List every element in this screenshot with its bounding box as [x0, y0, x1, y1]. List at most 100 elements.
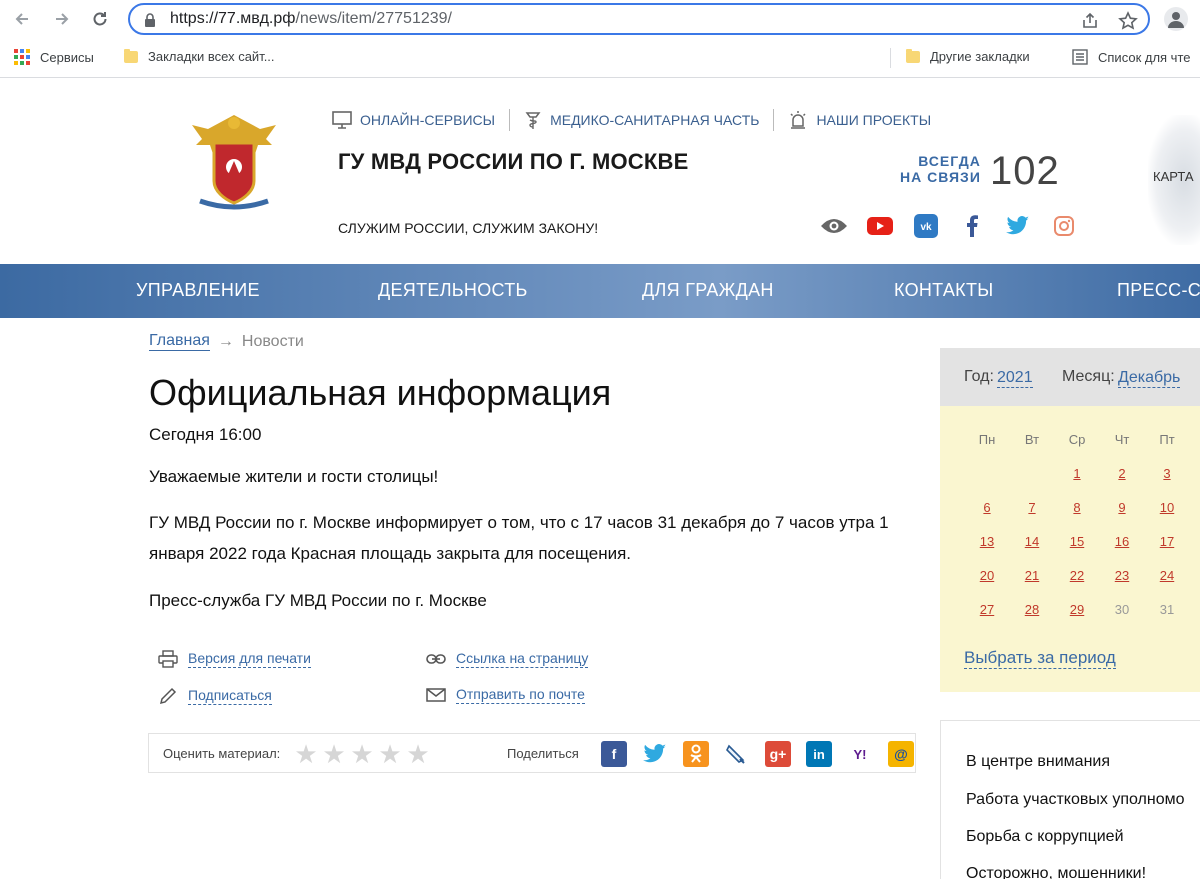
reload-button[interactable] — [88, 7, 112, 31]
map-label[interactable]: КАРТА — [1153, 169, 1194, 184]
top-links-divider — [773, 109, 775, 131]
calendar-day[interactable]: 16 — [1107, 534, 1137, 549]
calendar-day[interactable]: 15 — [1062, 534, 1092, 549]
calendar-day[interactable]: 2 — [1107, 466, 1137, 481]
site-title[interactable]: ГУ МВД РОССИИ ПО Г. МОСКВЕ — [338, 149, 689, 175]
calendar-day[interactable]: 8 — [1062, 500, 1092, 515]
top-link-label: ОНЛАЙН-СЕРВИСЫ — [360, 112, 496, 128]
youtube-icon[interactable] — [866, 213, 894, 239]
calendar-day[interactable]: 7 — [1017, 500, 1047, 515]
side-menu-item[interactable]: Осторожно, мошенники! — [966, 865, 1146, 879]
calendar-day[interactable]: 14 — [1017, 534, 1047, 549]
action-label: Отправить по почте — [456, 686, 585, 704]
top-link-medical[interactable]: МЕДИКО-САНИТАРНАЯ ЧАСТЬ — [524, 110, 759, 130]
print-version-link[interactable]: Версия для печати — [158, 650, 311, 668]
lock-icon — [145, 13, 155, 27]
rating-star-3[interactable]: ★ — [350, 741, 374, 767]
calendar-day[interactable]: 6 — [972, 500, 1002, 515]
folder-icon — [124, 48, 138, 63]
bookmark-label: Список для чте — [1098, 49, 1191, 65]
nav-item-citizens[interactable]: ДЛЯ ГРАЖДАН — [642, 280, 774, 301]
article-actions: Версия для печати Ссылка на страницу Под… — [158, 650, 618, 710]
address-bar[interactable]: https://77.мвд.рф/news/item/27751239/ — [128, 3, 1150, 35]
subscribe-link[interactable]: Подписаться — [158, 686, 272, 706]
profile-avatar[interactable] — [1164, 7, 1188, 31]
top-link-label: МЕДИКО-САНИТАРНАЯ ЧАСТЬ — [550, 112, 760, 128]
breadcrumb-home[interactable]: Главная — [149, 332, 210, 351]
calendar-day[interactable]: 20 — [972, 568, 1002, 583]
share-page-icon[interactable] — [1080, 11, 1100, 31]
side-menu-item[interactable]: В центре внимания — [966, 753, 1110, 771]
bookmark-star-icon[interactable] — [1118, 11, 1138, 31]
forward-button[interactable] — [50, 7, 74, 31]
calendar-year-select[interactable]: 2021 — [997, 368, 1033, 388]
vk-icon[interactable]: vk — [912, 213, 940, 239]
hotline-number[interactable]: 102 — [990, 149, 1060, 194]
calendar-day[interactable]: 1 — [1062, 466, 1092, 481]
nav-item-contacts[interactable]: КОНТАКТЫ — [894, 280, 994, 301]
nav-item-press[interactable]: ПРЕСС-СЛ — [1117, 280, 1200, 301]
twitter-share-icon[interactable] — [642, 741, 668, 767]
top-link-projects[interactable]: НАШИ ПРОЕКТЫ — [788, 110, 931, 130]
twitter-icon[interactable] — [1004, 213, 1032, 239]
rating-star-1[interactable]: ★ — [294, 741, 318, 767]
googleplus-share-icon[interactable]: g+ — [765, 741, 791, 767]
page-link-action[interactable]: Ссылка на страницу — [426, 650, 589, 668]
mvd-emblem-icon[interactable] — [188, 109, 280, 214]
facebook-icon[interactable] — [958, 213, 986, 239]
breadcrumb: Главная → Новости — [149, 332, 304, 351]
site-slogan: СЛУЖИМ РОССИИ, СЛУЖИМ ЗАКОНУ! — [338, 220, 599, 236]
calendar-day[interactable]: 21 — [1017, 568, 1047, 583]
bookmark-apps[interactable]: Сервисы — [14, 49, 94, 65]
nav-item-management[interactable]: УПРАВЛЕНИЕ — [136, 280, 260, 301]
calendar-day[interactable]: 29 — [1062, 602, 1092, 617]
person-icon — [1168, 12, 1184, 28]
calendar-day[interactable]: 23 — [1107, 568, 1137, 583]
send-email-link[interactable]: Отправить по почте — [426, 686, 585, 704]
livejournal-share-icon[interactable] — [724, 741, 750, 767]
accessibility-eye-icon[interactable] — [820, 213, 848, 239]
calendar-day[interactable]: 10 — [1152, 500, 1182, 515]
calendar-day[interactable]: 24 — [1152, 568, 1182, 583]
rating-star-4[interactable]: ★ — [378, 741, 402, 767]
calendar-day: 30 — [1114, 602, 1130, 617]
calendar-day[interactable]: 17 — [1152, 534, 1182, 549]
mail-share-icon[interactable]: @ — [888, 741, 914, 767]
calendar-day[interactable]: 27 — [972, 602, 1002, 617]
calendar-month-select[interactable]: Декабрь — [1118, 368, 1181, 388]
bookmark-other[interactable]: Другие закладки — [906, 48, 1030, 64]
linkedin-share-icon[interactable]: in — [806, 741, 832, 767]
bookmark-label: Другие закладки — [930, 49, 1030, 64]
calendar-day[interactable]: 13 — [972, 534, 1002, 549]
article-date: Сегодня 16:00 — [149, 425, 262, 444]
side-menu-item[interactable]: Борьба с коррупцией — [966, 828, 1124, 846]
calendar-day[interactable]: 28 — [1017, 602, 1047, 617]
nav-item-activity[interactable]: ДЕЯТЕЛЬНОСТЬ — [378, 280, 528, 301]
calendar-day[interactable]: 9 — [1107, 500, 1137, 515]
pencil-icon — [159, 687, 177, 705]
action-label: Ссылка на страницу — [456, 650, 589, 668]
instagram-icon[interactable] — [1050, 213, 1078, 239]
rating-star-2[interactable]: ★ — [322, 741, 346, 767]
article-paragraph: Пресс-служба ГУ МВД России по г. Москве — [149, 591, 487, 610]
monitor-icon — [332, 111, 352, 129]
svg-text:vk: vk — [920, 222, 932, 233]
facebook-share-icon[interactable]: f — [601, 741, 627, 767]
side-menu-item[interactable]: Работа участковых уполномо — [966, 791, 1185, 809]
calendar-day[interactable]: 3 — [1152, 466, 1182, 481]
odnoklassniki-share-icon[interactable] — [683, 741, 709, 767]
back-button[interactable] — [10, 7, 34, 31]
bookmark-folder-all-sites[interactable]: Закладки всех сайт... — [124, 48, 275, 64]
hotline-line2: НА СВЯЗИ — [900, 169, 981, 185]
calendar-body: Выбрать за период Пн Вт Ср Чт Пт 1 2 3 6 7 8 9 10 13 1… — [940, 406, 1200, 692]
yahoo-share-icon[interactable]: Y! — [847, 741, 873, 767]
calendar-weekday: Пт — [1159, 432, 1175, 447]
calendar-day[interactable]: 22 — [1062, 568, 1092, 583]
top-link-label: НАШИ ПРОЕКТЫ — [816, 112, 932, 128]
select-period-link[interactable]: Выбрать за период — [964, 648, 1116, 669]
top-link-online-services[interactable]: ОНЛАЙН-СЕРВИСЫ — [332, 111, 495, 129]
chain-link-icon — [426, 654, 446, 664]
calendar-month-label: Месяц: — [1062, 368, 1115, 385]
bookmark-reading-list[interactable]: Список для чте — [1072, 49, 1191, 65]
rating-star-5[interactable]: ★ — [406, 741, 430, 767]
